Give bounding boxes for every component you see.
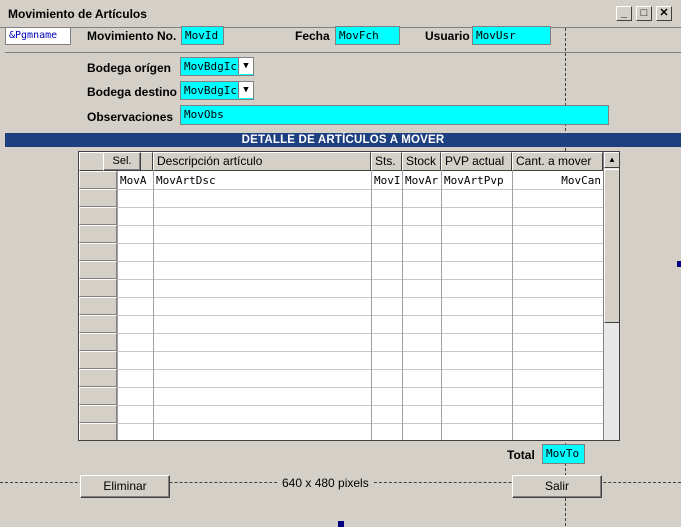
bodega-origen-label: Bodega orígen [87,61,172,75]
header-divider [5,52,681,53]
cell-mov-can[interactable]: MovCan [515,174,601,187]
row-header[interactable] [79,387,117,405]
window-title: Movimiento de Artículos [8,7,147,21]
row-divider [117,369,603,370]
bodega-destino-select[interactable]: MovBdgIc ▼ [180,81,254,100]
column-header-descripcion[interactable]: Descripción artículo [153,152,371,171]
row-divider [117,405,603,406]
row-divider [117,225,603,226]
column-divider [512,171,513,440]
column-divider [441,171,442,440]
column-header-pvp[interactable]: PVP actual [441,152,512,171]
fecha-field[interactable]: MovFch [335,26,400,45]
maximize-button[interactable]: □ [636,6,652,21]
scroll-thumb[interactable] [604,169,619,323]
observaciones-field[interactable]: MovObs [180,105,609,125]
column-divider [153,171,154,440]
chevron-down-icon[interactable]: ▼ [238,58,253,74]
row-header[interactable] [79,315,117,333]
total-field[interactable]: MovTo [542,444,585,464]
row-header[interactable] [79,225,117,243]
observaciones-label: Observaciones [87,110,174,124]
column-header-sts[interactable]: Sts. [371,152,402,171]
grid-scrollbar[interactable]: ▲ [603,152,619,440]
total-label: Total [507,448,535,462]
sel-button[interactable]: Sel. [103,152,141,171]
size-label: 640 x 480 pixels [278,476,373,490]
row-divider [117,279,603,280]
mov-no-label: Movimiento No. [87,29,177,43]
scroll-up-button[interactable]: ▲ [604,152,619,168]
row-header[interactable] [79,279,117,297]
minimize-icon: _ [620,7,628,19]
cell-mov-art-id[interactable]: MovA [120,174,152,187]
row-divider [117,423,603,424]
resize-handle-bottom[interactable] [338,521,344,527]
row-header[interactable] [79,261,117,279]
row-divider [117,261,603,262]
bodega-origen-value: MovBdgIc [184,60,237,73]
row-header[interactable] [79,243,117,261]
close-icon: ✕ [659,7,669,19]
column-divider [117,171,118,440]
row-header[interactable] [79,351,117,369]
pgmname-field: &Pgmname [5,27,71,45]
row-divider [117,207,603,208]
row-divider [117,351,603,352]
column-header-stock[interactable]: Stock [402,152,441,171]
column-divider [402,171,403,440]
row-divider [117,243,603,244]
arrow-up-icon: ▲ [608,155,616,164]
bodega-destino-label: Bodega destino [87,85,178,99]
row-divider [117,315,603,316]
cell-mov-stock[interactable]: MovAr [405,174,440,187]
minimize-button[interactable]: _ [616,6,632,21]
column-divider [371,171,372,440]
row-header[interactable] [79,297,117,315]
row-divider [117,333,603,334]
section-title: DETALLE DE ARTÍCULOS A MOVER [5,133,681,147]
eliminar-button[interactable]: Eliminar [80,475,170,498]
row-header[interactable] [79,207,117,225]
cell-mov-art-dsc[interactable]: MovArtDsc [156,174,368,187]
salir-button[interactable]: Salir [512,475,602,498]
cell-mov-art-pvp[interactable]: MovArtPvp [444,174,511,187]
row-header[interactable] [79,171,117,189]
detail-grid[interactable]: d. Descripción artículo Sts. Stock PVP a… [78,151,620,441]
row-header[interactable] [79,189,117,207]
cell-mov-sts[interactable]: MovI [374,174,401,187]
row-header[interactable] [79,333,117,351]
column-header-cantidad[interactable]: Cant. a mover [512,152,603,171]
close-button[interactable]: ✕ [656,6,672,21]
row-divider [117,189,603,190]
bodega-destino-value: MovBdgIc [184,84,237,97]
fecha-label: Fecha [295,29,330,43]
usuario-label: Usuario [425,29,470,43]
row-divider [117,387,603,388]
usuario-field[interactable]: MovUsr [472,26,551,45]
row-divider [117,297,603,298]
chevron-down-icon[interactable]: ▼ [238,82,253,98]
maximize-icon: □ [640,7,648,19]
resize-handle-right[interactable] [677,261,681,267]
bodega-origen-select[interactable]: MovBdgIc ▼ [180,57,254,76]
row-header[interactable] [79,423,117,440]
row-header[interactable] [79,405,117,423]
mov-id-field[interactable]: MovId [181,26,224,45]
row-header[interactable] [79,369,117,387]
